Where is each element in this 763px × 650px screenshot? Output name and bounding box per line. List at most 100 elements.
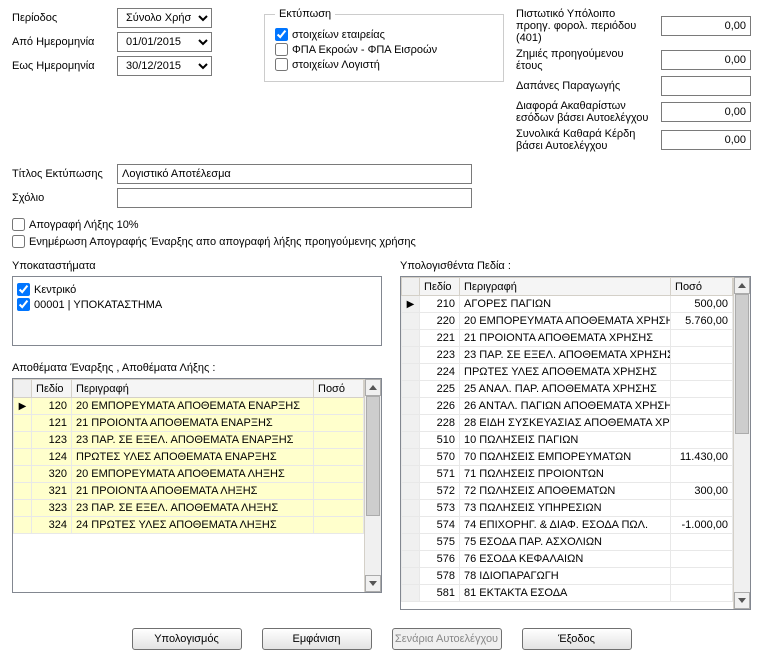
prev-losses-input[interactable] xyxy=(661,50,751,70)
cell-amount xyxy=(671,347,733,364)
table-row[interactable]: 22525 ΑΝΑΛ. ΠΑΡ. ΑΠΟΘΕΜΑΤΑ ΧΡΗΣΗΣ xyxy=(402,381,733,398)
table-row[interactable]: 22626 ΑΝΤΑΛ. ΠΑΓΙΩΝ ΑΠΟΘΕΜΑΤΑ ΧΡΗΣΗΣ xyxy=(402,398,733,415)
table-row[interactable]: 32323 ΠΑΡ. ΣΕ ΕΞΕΛ. ΑΠΟΘΕΜΑΤΑ ΛΗΞΗΣ xyxy=(14,500,364,517)
table-row[interactable]: ▶210ΑΓΟΡΕΣ ΠΑΓΙΩΝ500,00 xyxy=(402,296,733,313)
cell-amount[interactable] xyxy=(314,432,364,449)
branch1-check[interactable] xyxy=(17,283,30,296)
cell-desc: 75 ΕΣΟΔΑ ΠΑΡ. ΑΣΧΟΛΙΩΝ xyxy=(460,534,671,551)
cell-amount[interactable] xyxy=(314,449,364,466)
calc-fields-title: Υπολογισθέντα Πεδία : xyxy=(400,260,751,272)
scroll-up-icon[interactable] xyxy=(734,277,750,294)
update-opening-check[interactable] xyxy=(12,235,25,248)
row-selector xyxy=(402,466,420,483)
net-total-input[interactable] xyxy=(661,130,751,150)
col-desc-header[interactable]: Περιγραφή xyxy=(460,278,671,296)
to-date-select[interactable]: 30/12/2015 xyxy=(117,56,212,76)
print-title-input[interactable] xyxy=(117,164,472,184)
branches-listbox[interactable]: Κεντρικό 00001 | ΥΠΟΚΑΤΑΣΤΗΜΑ xyxy=(12,276,382,346)
opening-closing-grid[interactable]: Πεδίο Περιγραφή Ποσό ▶12020 ΕΜΠΟΡΕΥΜΑΤΑ … xyxy=(12,378,382,593)
cell-field: 225 xyxy=(420,381,460,398)
row-selector xyxy=(402,432,420,449)
table-row[interactable]: 58181 ΕΚΤΑΚΤΑ ΕΣΟΔΑ xyxy=(402,585,733,602)
table-row[interactable]: 57070 ΠΩΛΗΣΕΙΣ ΕΜΠΟΡΕΥΜΑΤΩΝ11.430,00 xyxy=(402,449,733,466)
print-vat-check[interactable] xyxy=(275,43,288,56)
cell-field: 121 xyxy=(32,415,72,432)
cell-amount xyxy=(671,500,733,517)
cell-field: 223 xyxy=(420,347,460,364)
cell-field: 578 xyxy=(420,568,460,585)
exit-button[interactable]: Έξοδος xyxy=(522,628,632,650)
col-amount-header[interactable]: Ποσό xyxy=(671,278,733,296)
comment-input[interactable] xyxy=(117,188,472,208)
prod-expenses-input[interactable] xyxy=(661,76,751,96)
row-selector xyxy=(402,500,420,517)
gross-diff-input[interactable] xyxy=(661,102,751,122)
cell-desc: 21 ΠΡΟΙΟΝΤΑ ΑΠΟΘΕΜΑΤΑ ΧΡΗΣΗΣ xyxy=(460,330,671,347)
scroll-thumb[interactable] xyxy=(366,396,380,516)
table-row[interactable]: 22020 ΕΜΠΟΡΕΥΜΑΤΑ ΑΠΟΘΕΜΑΤΑ ΧΡΗΣΗΣ5.760,… xyxy=(402,313,733,330)
right-grid-scrollbar[interactable] xyxy=(733,277,750,609)
print-accountant-check[interactable] xyxy=(275,58,288,71)
cell-amount[interactable] xyxy=(314,466,364,483)
table-row[interactable]: 57676 ΕΣΟΔΑ ΚΕΦΑΛΑΙΩΝ xyxy=(402,551,733,568)
table-row[interactable]: 22323 ΠΑΡ. ΣΕ ΕΞΕΛ. ΑΠΟΘΕΜΑΤΑ ΧΡΗΣΗΣ xyxy=(402,347,733,364)
table-row[interactable]: 57878 ΙΔΙΟΠΑΡΑΓΩΓΗ xyxy=(402,568,733,585)
cell-desc: ΠΡΩΤΕΣ ΥΛΕΣ ΑΠΟΘΕΜΑΤΑ ΧΡΗΣΗΣ xyxy=(460,364,671,381)
table-row[interactable]: 57474 ΕΠΙΧΟΡΗΓ. & ΔΙΑΦ. ΕΣΟΔΑ ΠΩΛ.-1.000… xyxy=(402,517,733,534)
calc-button[interactable]: Υπολογισμός xyxy=(132,628,242,650)
table-row[interactable]: 12121 ΠΡΟΙΟΝΤΑ ΑΠΟΘΕΜΑΤΑ ΕΝΑΡΞΗΣ xyxy=(14,415,364,432)
cell-amount: 11.430,00 xyxy=(671,449,733,466)
branch2-check[interactable] xyxy=(17,298,30,311)
from-date-select[interactable]: 01/01/2015 xyxy=(117,32,212,52)
table-row[interactable]: 57575 ΕΣΟΔΑ ΠΑΡ. ΑΣΧΟΛΙΩΝ xyxy=(402,534,733,551)
cell-desc: 23 ΠΑΡ. ΣΕ ΕΞΕΛ. ΑΠΟΘΕΜΑΤΑ ΧΡΗΣΗΣ xyxy=(460,347,671,364)
inventory-10-check[interactable] xyxy=(12,218,25,231)
table-row[interactable]: 124ΠΡΩΤΕΣ ΥΛΕΣ ΑΠΟΘΕΜΑΤΑ ΕΝΑΡΞΗΣ xyxy=(14,449,364,466)
row-selector xyxy=(402,364,420,381)
scroll-down-icon[interactable] xyxy=(365,575,381,592)
cell-amount: -1.000,00 xyxy=(671,517,733,534)
cell-amount xyxy=(671,381,733,398)
cell-field: 581 xyxy=(420,585,460,602)
cell-amount[interactable] xyxy=(314,398,364,415)
table-row[interactable]: 22121 ΠΡΟΙΟΝΤΑ ΑΠΟΘΕΜΑΤΑ ΧΡΗΣΗΣ xyxy=(402,330,733,347)
cell-amount[interactable] xyxy=(314,500,364,517)
left-grid-scrollbar[interactable] xyxy=(364,379,381,592)
cell-field: 574 xyxy=(420,517,460,534)
period-select[interactable]: Σύνολο Χρήσης xyxy=(117,8,212,28)
cell-field: 573 xyxy=(420,500,460,517)
scroll-up-icon[interactable] xyxy=(365,379,381,396)
comment-label: Σχόλιο xyxy=(12,192,117,204)
scroll-down-icon[interactable] xyxy=(734,592,750,609)
cell-desc: 20 ΕΜΠΟΡΕΥΜΑΤΑ ΑΠΟΘΕΜΑΤΑ ΛΗΞΗΣ xyxy=(72,466,314,483)
table-row[interactable]: 224ΠΡΩΤΕΣ ΥΛΕΣ ΑΠΟΘΕΜΑΤΑ ΧΡΗΣΗΣ xyxy=(402,364,733,381)
table-row[interactable]: 51010 ΠΩΛΗΣΕΙΣ ΠΑΓΙΩΝ xyxy=(402,432,733,449)
table-row[interactable]: 12323 ΠΑΡ. ΣΕ ΕΞΕΛ. ΑΠΟΘΕΜΑΤΑ ΕΝΑΡΞΗΣ xyxy=(14,432,364,449)
table-row[interactable]: 32020 ΕΜΠΟΡΕΥΜΑΤΑ ΑΠΟΘΕΜΑΤΑ ΛΗΞΗΣ xyxy=(14,466,364,483)
cell-field: 221 xyxy=(420,330,460,347)
cell-amount[interactable] xyxy=(314,483,364,500)
col-desc-header[interactable]: Περιγραφή xyxy=(72,380,314,398)
print-company-check[interactable] xyxy=(275,28,288,41)
cell-amount[interactable] xyxy=(314,415,364,432)
col-amount-header[interactable]: Ποσό xyxy=(314,380,364,398)
col-field-header[interactable]: Πεδίο xyxy=(420,278,460,296)
table-row[interactable]: 57272 ΠΩΛΗΣΕΙΣ ΑΠΟΘΕΜΑΤΩΝ300,00 xyxy=(402,483,733,500)
opening-closing-title: Αποθέματα Έναρξης , Αποθέματα Λήξης : xyxy=(12,362,382,374)
table-row[interactable]: 57171 ΠΩΛΗΣΕΙΣ ΠΡΟΙΟΝΤΩΝ xyxy=(402,466,733,483)
table-row[interactable]: ▶12020 ΕΜΠΟΡΕΥΜΑΤΑ ΑΠΟΘΕΜΑΤΑ ΕΝΑΡΞΗΣ xyxy=(14,398,364,415)
table-row[interactable]: 22828 ΕΙΔΗ ΣΥΣΚΕΥΑΣΙΑΣ ΑΠΟΘΕΜΑΤΑ ΧΡΗΣΗΣ xyxy=(402,415,733,432)
cell-amount xyxy=(671,415,733,432)
credit-balance-input[interactable] xyxy=(661,16,751,36)
calc-fields-grid[interactable]: Πεδίο Περιγραφή Ποσό ▶210ΑΓΟΡΕΣ ΠΑΓΙΩΝ50… xyxy=(400,276,751,610)
branches-title: Υποκαταστήματα xyxy=(12,260,382,272)
table-row[interactable]: 32121 ΠΡΟΙΟΝΤΑ ΑΠΟΘΕΜΑΤΑ ΛΗΞΗΣ xyxy=(14,483,364,500)
printing-legend: Εκτύπωση xyxy=(275,8,335,20)
table-row[interactable]: 32424 ΠΡΩΤΕΣ ΥΛΕΣ ΑΠΟΘΕΜΑΤΑ ΛΗΞΗΣ xyxy=(14,517,364,534)
col-field-header[interactable]: Πεδίο xyxy=(32,380,72,398)
scroll-thumb[interactable] xyxy=(735,294,749,434)
cell-amount: 300,00 xyxy=(671,483,733,500)
table-row[interactable]: 57373 ΠΩΛΗΣΕΙΣ ΥΠΗΡΕΣΙΩΝ xyxy=(402,500,733,517)
cell-amount[interactable] xyxy=(314,517,364,534)
show-button[interactable]: Εμφάνιση xyxy=(262,628,372,650)
